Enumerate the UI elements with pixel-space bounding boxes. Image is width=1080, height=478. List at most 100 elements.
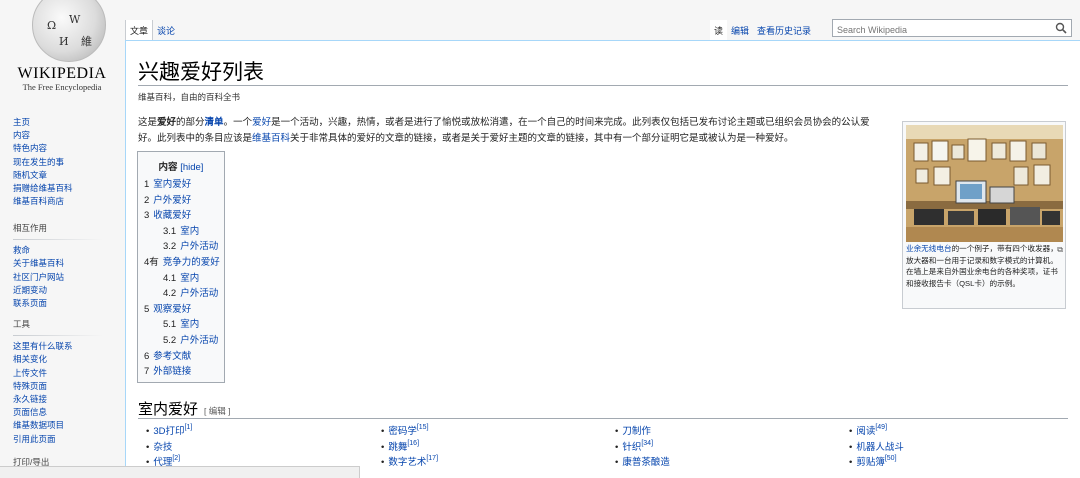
hobby-link[interactable]: 刀制作 [622, 426, 651, 437]
list-item: 3D打印[1] [146, 424, 366, 440]
toc-item-label[interactable]: 竞争力的爱好 [163, 257, 220, 268]
toc-item[interactable]: 5.1 室内 [144, 317, 224, 333]
intro-link-list[interactable]: 清单 [205, 117, 224, 128]
logo-tagline: The Free Encyclopedia [22, 82, 102, 92]
ham-radio-photo[interactable] [906, 125, 1063, 242]
toc-item-label[interactable]: 观察爱好 [153, 304, 191, 315]
nav-item-donate[interactable]: 捐赠给维基百科 [13, 182, 121, 195]
enlarge-icon[interactable]: ⧉ [1057, 244, 1063, 256]
list-item: 密码学[15] [381, 424, 601, 440]
tab-view-history[interactable]: 查看历史记录 [753, 20, 815, 40]
nav-item-contact[interactable]: 联系页面 [13, 297, 121, 310]
caption-link-amateur-radio[interactable]: 业余无线电台 [906, 244, 952, 253]
nav-item-upload[interactable]: 上传文件 [13, 367, 121, 380]
intro-paragraph: 这是爱好的部分清单。一个爱好是一个活动，兴趣，热情，或者是进行了愉悦或放松消遣，… [138, 115, 888, 146]
nav-item-current-events[interactable]: 现在发生的事 [13, 156, 121, 169]
table-of-contents: 内容 [hide] 1 室内爱好 2 户外爱好 3 收藏爱好 3.1 室内 3.2 户外活动 4有竞… [137, 151, 225, 383]
nav-item-what-links-here[interactable]: 这里有什么联系 [13, 340, 121, 353]
nav-item-featured[interactable]: 特色内容 [13, 142, 121, 155]
hobby-link[interactable]: 机器人战斗 [856, 442, 904, 453]
toc-item[interactable]: 2 户外爱好 [144, 193, 224, 209]
tab-article[interactable]: 文章 [125, 20, 154, 40]
view-tabs: 读 编辑 查看历史记录 [710, 20, 815, 40]
search-input[interactable] [833, 22, 1051, 38]
toc-item-label[interactable]: 户外活动 [180, 241, 218, 252]
toc-item[interactable]: 4.1 室内 [144, 271, 224, 287]
toc-item[interactable]: 5.2 户外活动 [144, 333, 224, 349]
toc-item-label[interactable]: 参考文献 [153, 351, 191, 362]
nav-item-cite[interactable]: 引用此页面 [13, 433, 121, 446]
toc-item-number: 5.2 [163, 334, 177, 346]
reference-link[interactable]: [49] [875, 424, 887, 431]
tab-read[interactable]: 读 [710, 20, 728, 40]
nav-item-about[interactable]: 关于维基百科 [13, 257, 121, 270]
intro-link-wikipedia[interactable]: 维基百科 [252, 133, 290, 144]
reference-link[interactable]: [2] [172, 455, 180, 462]
hobby-link[interactable]: 针织 [622, 442, 641, 453]
toc-item[interactable]: 3.2 户外活动 [144, 239, 224, 255]
nav-item-wikidata[interactable]: 维基数据项目 [13, 419, 121, 432]
toc-item[interactable]: 4有 竞争力的爱好 [144, 255, 224, 271]
hobby-column: 刀制作针织[34] 康普茶酿造 [615, 424, 835, 471]
nav-item-recent-changes[interactable]: 近期变动 [13, 284, 121, 297]
tab-edit[interactable]: 编辑 [727, 20, 753, 40]
nav-item-special-pages[interactable]: 特殊页面 [13, 380, 121, 393]
hobby-link[interactable]: 3D打印 [153, 426, 184, 437]
tab-talk[interactable]: 谈论 [153, 20, 179, 40]
toc-item-label[interactable]: 户外活动 [180, 335, 218, 346]
list-item: 机器人战斗 [849, 440, 1069, 456]
hobby-link[interactable]: 密码学 [388, 426, 417, 437]
toc-title-row: 内容 [hide] [138, 159, 224, 173]
hobby-link[interactable]: 康普茶酿造 [622, 457, 670, 468]
toc-item[interactable]: 4.2 户外活动 [144, 286, 224, 302]
wikipedia-logo[interactable]: Ω W И 維 WIKIPEDIA The Free Encyclopedia [12, 0, 112, 95]
toc-item[interactable]: 7 外部链接 [144, 364, 224, 380]
toc-hide-toggle[interactable]: [hide] [180, 162, 203, 173]
intro-link-hobby[interactable]: 爱好 [252, 117, 271, 128]
hobby-link[interactable]: 跳舞 [388, 442, 407, 453]
toc-item-label[interactable]: 室内 [180, 319, 199, 330]
toc-item-label[interactable]: 室内 [180, 226, 199, 237]
toc-item-label[interactable]: 收藏爱好 [153, 210, 191, 221]
toc-item-label[interactable]: 室内爱好 [153, 179, 191, 190]
toc-item[interactable]: 3.1 室内 [144, 224, 224, 240]
reference-link[interactable]: [16] [407, 440, 419, 447]
reference-link[interactable]: [15] [417, 424, 429, 431]
hobby-link[interactable]: 数字艺术 [388, 457, 426, 468]
nav-item-community-portal[interactable]: 社区门户网站 [13, 271, 121, 284]
nav-item-main-page[interactable]: 主页 [13, 116, 121, 129]
toc-item[interactable]: 1 室内爱好 [144, 177, 224, 193]
nav-item-permalink[interactable]: 永久链接 [13, 393, 121, 406]
hobby-link[interactable]: 杂技 [153, 442, 172, 453]
nav-item-contents[interactable]: 内容 [13, 129, 121, 142]
toc-item-number: 7 [144, 366, 150, 378]
section-edit-link[interactable]: [ 编辑 ] [204, 406, 230, 416]
intro-text: 这是 [138, 117, 158, 128]
toc-item[interactable]: 3 收藏爱好 [144, 208, 224, 224]
nav-item-help[interactable]: 救命 [13, 244, 121, 257]
tools-portal: 工具 这里有什么联系 相关变化 上传文件 特殊页面 永久链接 页面信息 维基数据… [13, 318, 121, 446]
toc-item-label[interactable]: 户外爱好 [153, 195, 191, 206]
nav-item-page-info[interactable]: 页面信息 [13, 406, 121, 419]
nav-item-store[interactable]: 维基百科商店 [13, 195, 121, 208]
toc-item-label[interactable]: 户外活动 [180, 288, 218, 299]
toc-item-label[interactable]: 室内 [180, 273, 199, 284]
toc-item-label[interactable]: 外部链接 [153, 366, 191, 377]
toc-item-number: 5.1 [163, 319, 177, 331]
logo-wordmark: WIKIPEDIA [17, 65, 107, 82]
hobby-link[interactable]: 阅读 [856, 426, 875, 437]
nav-item-random[interactable]: 随机文章 [13, 169, 121, 182]
reference-link[interactable]: [17] [426, 455, 438, 462]
nav-item-related-changes[interactable]: 相关变化 [13, 353, 121, 366]
toc-item[interactable]: 6 参考文献 [144, 349, 224, 365]
reference-link[interactable]: [50] [885, 455, 897, 462]
intro-text: 的部分 [176, 117, 205, 128]
toc-item-number: 4.1 [163, 272, 177, 284]
search-icon[interactable] [1055, 22, 1067, 34]
hobby-link[interactable]: 剪贴簿 [856, 457, 885, 468]
reference-link[interactable]: [34] [641, 440, 653, 447]
reference-link[interactable]: [1] [184, 424, 192, 431]
namespace-tabs: 文章 谈论 [125, 20, 179, 40]
toc-item[interactable]: 5 观察爱好 [144, 302, 224, 318]
list-item: 剪贴簿[50] [849, 455, 1069, 471]
